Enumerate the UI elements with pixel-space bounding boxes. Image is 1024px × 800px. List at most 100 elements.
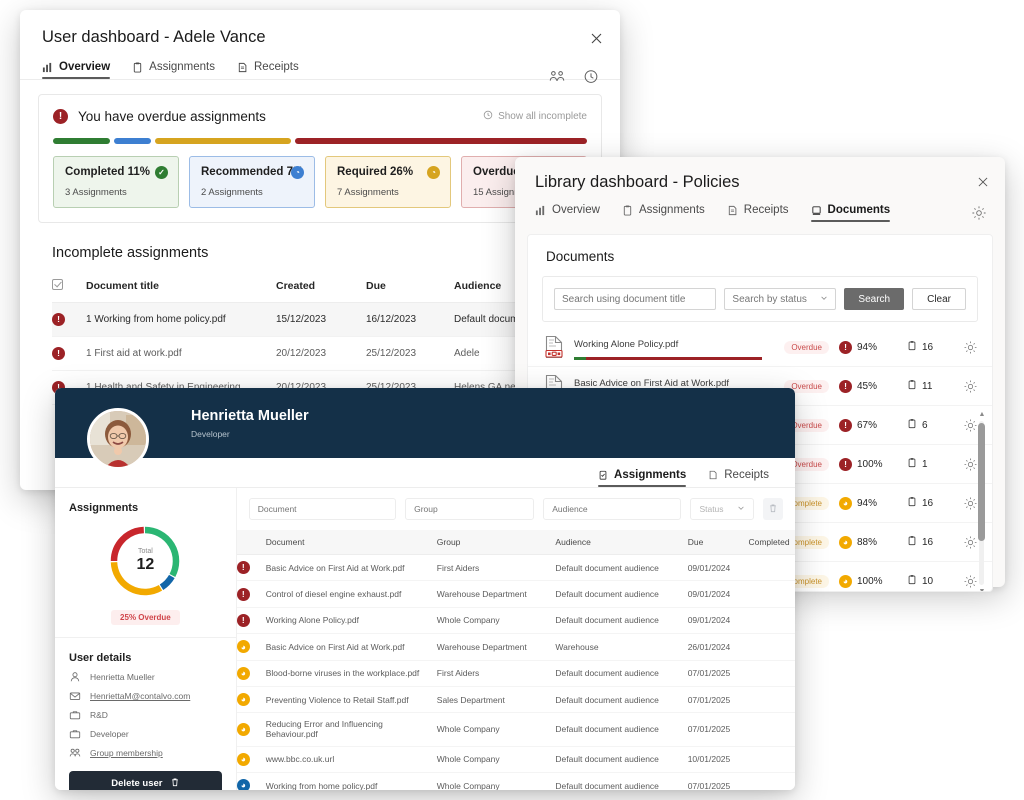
- select-all-header[interactable]: [52, 273, 86, 303]
- lib-tab-assignments[interactable]: Assignments: [622, 204, 705, 222]
- audience-filter-input[interactable]: [543, 498, 681, 520]
- gear-icon[interactable]: [963, 340, 978, 355]
- lib-tab-documents[interactable]: Documents: [811, 204, 891, 222]
- gear-icon[interactable]: [963, 457, 978, 472]
- donut-center-label: Total: [138, 548, 153, 555]
- hen-tab-assignments[interactable]: Assignments: [598, 469, 686, 487]
- table-row[interactable]: ◕Reducing Error and Influencing Behaviou…: [237, 713, 795, 746]
- people-icon[interactable]: [548, 68, 568, 88]
- status-select[interactable]: Search by status: [724, 288, 836, 310]
- row-audience: Default document audience: [555, 660, 687, 686]
- user-details-rows: Henrietta MuellerHenriettaM@contalvo.com…: [55, 664, 236, 759]
- close-icon[interactable]: [971, 171, 995, 195]
- clear-filters-button[interactable]: [763, 498, 783, 520]
- tab-assignments-label: Assignments: [149, 61, 215, 73]
- page-title: User dashboard - Adele Vance: [42, 28, 598, 47]
- status-card[interactable]: Recommended 7%2 Assignments◔: [189, 156, 315, 208]
- gear-icon[interactable]: [963, 418, 978, 433]
- hen-tab-receipts[interactable]: Receipts: [708, 469, 769, 487]
- table-row[interactable]: !1 Working from home policy.pdf15/12/202…: [52, 303, 588, 337]
- show-all-incomplete-link[interactable]: Show all incomplete: [483, 110, 587, 123]
- group-filter-input[interactable]: [405, 498, 534, 520]
- clipboard-check-icon: [598, 470, 608, 480]
- row-document: www.bbc.co.uk.url: [266, 746, 437, 772]
- table-row[interactable]: ◕Preventing Violence to Retail Staff.pdf…: [237, 686, 795, 712]
- scroll-down-icon[interactable]: ▼: [979, 588, 986, 592]
- gear-icon[interactable]: [963, 574, 978, 589]
- status-card-sub: 2 Assignments: [201, 187, 304, 198]
- table-row[interactable]: !Control of diesel engine exhaust.pdfWar…: [237, 581, 795, 607]
- row-due: 09/01/2024: [688, 555, 749, 581]
- scrollbar-thumb[interactable]: [978, 423, 985, 541]
- lib-tab-overview-label: Overview: [552, 204, 600, 216]
- gear-icon[interactable]: [971, 205, 989, 223]
- row-group: Warehouse Department: [437, 581, 556, 607]
- status-filter-select[interactable]: Status: [690, 498, 754, 520]
- row-due: 09/01/2024: [688, 607, 749, 633]
- table-row[interactable]: !1 First aid at work.pdf20/12/202325/12/…: [52, 337, 588, 371]
- table-row[interactable]: ◕www.bbc.co.uk.urlWhole CompanyDefault d…: [237, 746, 795, 772]
- search-button[interactable]: Search: [844, 288, 904, 310]
- assignments-table: Document Group Audience Due Completed !B…: [237, 530, 795, 790]
- completion-percent-value: 100%: [857, 459, 883, 470]
- briefcase-icon: [69, 728, 81, 740]
- clipboard-icon: [907, 535, 917, 549]
- select-all-checkbox[interactable]: [52, 279, 63, 290]
- row-document: Basic Advice on First Aid at Work.pdf: [266, 634, 437, 660]
- row-group: Sales Department: [437, 686, 556, 712]
- table-row[interactable]: !Basic Advice on First Aid at Work.pdfFi…: [237, 555, 795, 581]
- tab-receipts[interactable]: Receipts: [237, 61, 299, 79]
- row-group: Warehouse Department: [437, 634, 556, 660]
- user-detail-value: Group membership: [90, 748, 163, 758]
- lib-tab-receipts-label: Receipts: [744, 204, 789, 216]
- user-role: Developer: [191, 429, 795, 439]
- status-filter-value: Status: [699, 504, 723, 514]
- overdue-badge: 25% Overdue: [111, 610, 180, 625]
- gear-icon[interactable]: [963, 535, 978, 550]
- lib-tab-receipts[interactable]: Receipts: [727, 204, 789, 222]
- close-icon[interactable]: [584, 28, 608, 52]
- assignment-count: 10: [907, 574, 953, 588]
- documents-scrollbar[interactable]: ▲ ▼: [977, 411, 986, 592]
- row-audience: Default document audience: [555, 713, 687, 746]
- user-detail-row[interactable]: HenriettaM@contalvo.com: [55, 683, 236, 702]
- col-severity: [237, 530, 266, 555]
- error-circle-icon: !: [839, 380, 852, 393]
- search-input[interactable]: [554, 288, 716, 310]
- scroll-up-icon[interactable]: ▲: [979, 411, 986, 418]
- tab-receipts-label: Receipts: [254, 61, 299, 73]
- lib-tab-overview[interactable]: Overview: [535, 204, 600, 222]
- tab-overview[interactable]: Overview: [42, 61, 110, 79]
- status-card-sub: 3 Assignments: [65, 187, 168, 198]
- table-row[interactable]: !Working Alone Policy.pdfWhole CompanyDe…: [237, 607, 795, 633]
- trash-icon: [768, 500, 778, 518]
- status-card[interactable]: Completed 11%3 Assignments✓: [53, 156, 179, 208]
- gear-icon[interactable]: [963, 496, 978, 511]
- row-due: 25/12/2023: [366, 337, 454, 371]
- completion-percent-value: 100%: [857, 576, 883, 587]
- completion-percent: ◕88%: [839, 536, 897, 549]
- row-severity: ◕: [237, 773, 266, 791]
- status-card-icon: ✓: [155, 166, 168, 179]
- row-audience: Default document audience: [555, 686, 687, 712]
- tab-overview-label: Overview: [59, 61, 110, 73]
- table-row[interactable]: ◕Basic Advice on First Aid at Work.pdfWa…: [237, 634, 795, 660]
- delete-user-button[interactable]: Delete user: [69, 771, 222, 790]
- status-card[interactable]: Required 26%7 Assignments◔: [325, 156, 451, 208]
- col-created: Created: [276, 273, 366, 303]
- completion-percent: ◕94%: [839, 497, 897, 510]
- history-clock-icon[interactable]: [582, 68, 602, 88]
- gear-icon[interactable]: [963, 379, 978, 394]
- table-row[interactable]: ◕Working from home policy.pdfWhole Compa…: [237, 773, 795, 791]
- document-row[interactable]: Working Alone Policy.pdfOverdue!94%16: [528, 328, 992, 367]
- receipt-icon: [237, 62, 248, 73]
- row-audience: Default document audience: [555, 581, 687, 607]
- tab-assignments[interactable]: Assignments: [132, 61, 215, 79]
- user-detail-row[interactable]: Group membership: [55, 740, 236, 759]
- clear-button[interactable]: Clear: [912, 288, 966, 310]
- document-filter-input[interactable]: [249, 498, 396, 520]
- row-severity: !: [237, 607, 266, 633]
- row-document: Basic Advice on First Aid at Work.pdf: [266, 555, 437, 581]
- clock-icon: [483, 110, 493, 123]
- table-row[interactable]: ◕Blood-borne viruses in the workplace.pd…: [237, 660, 795, 686]
